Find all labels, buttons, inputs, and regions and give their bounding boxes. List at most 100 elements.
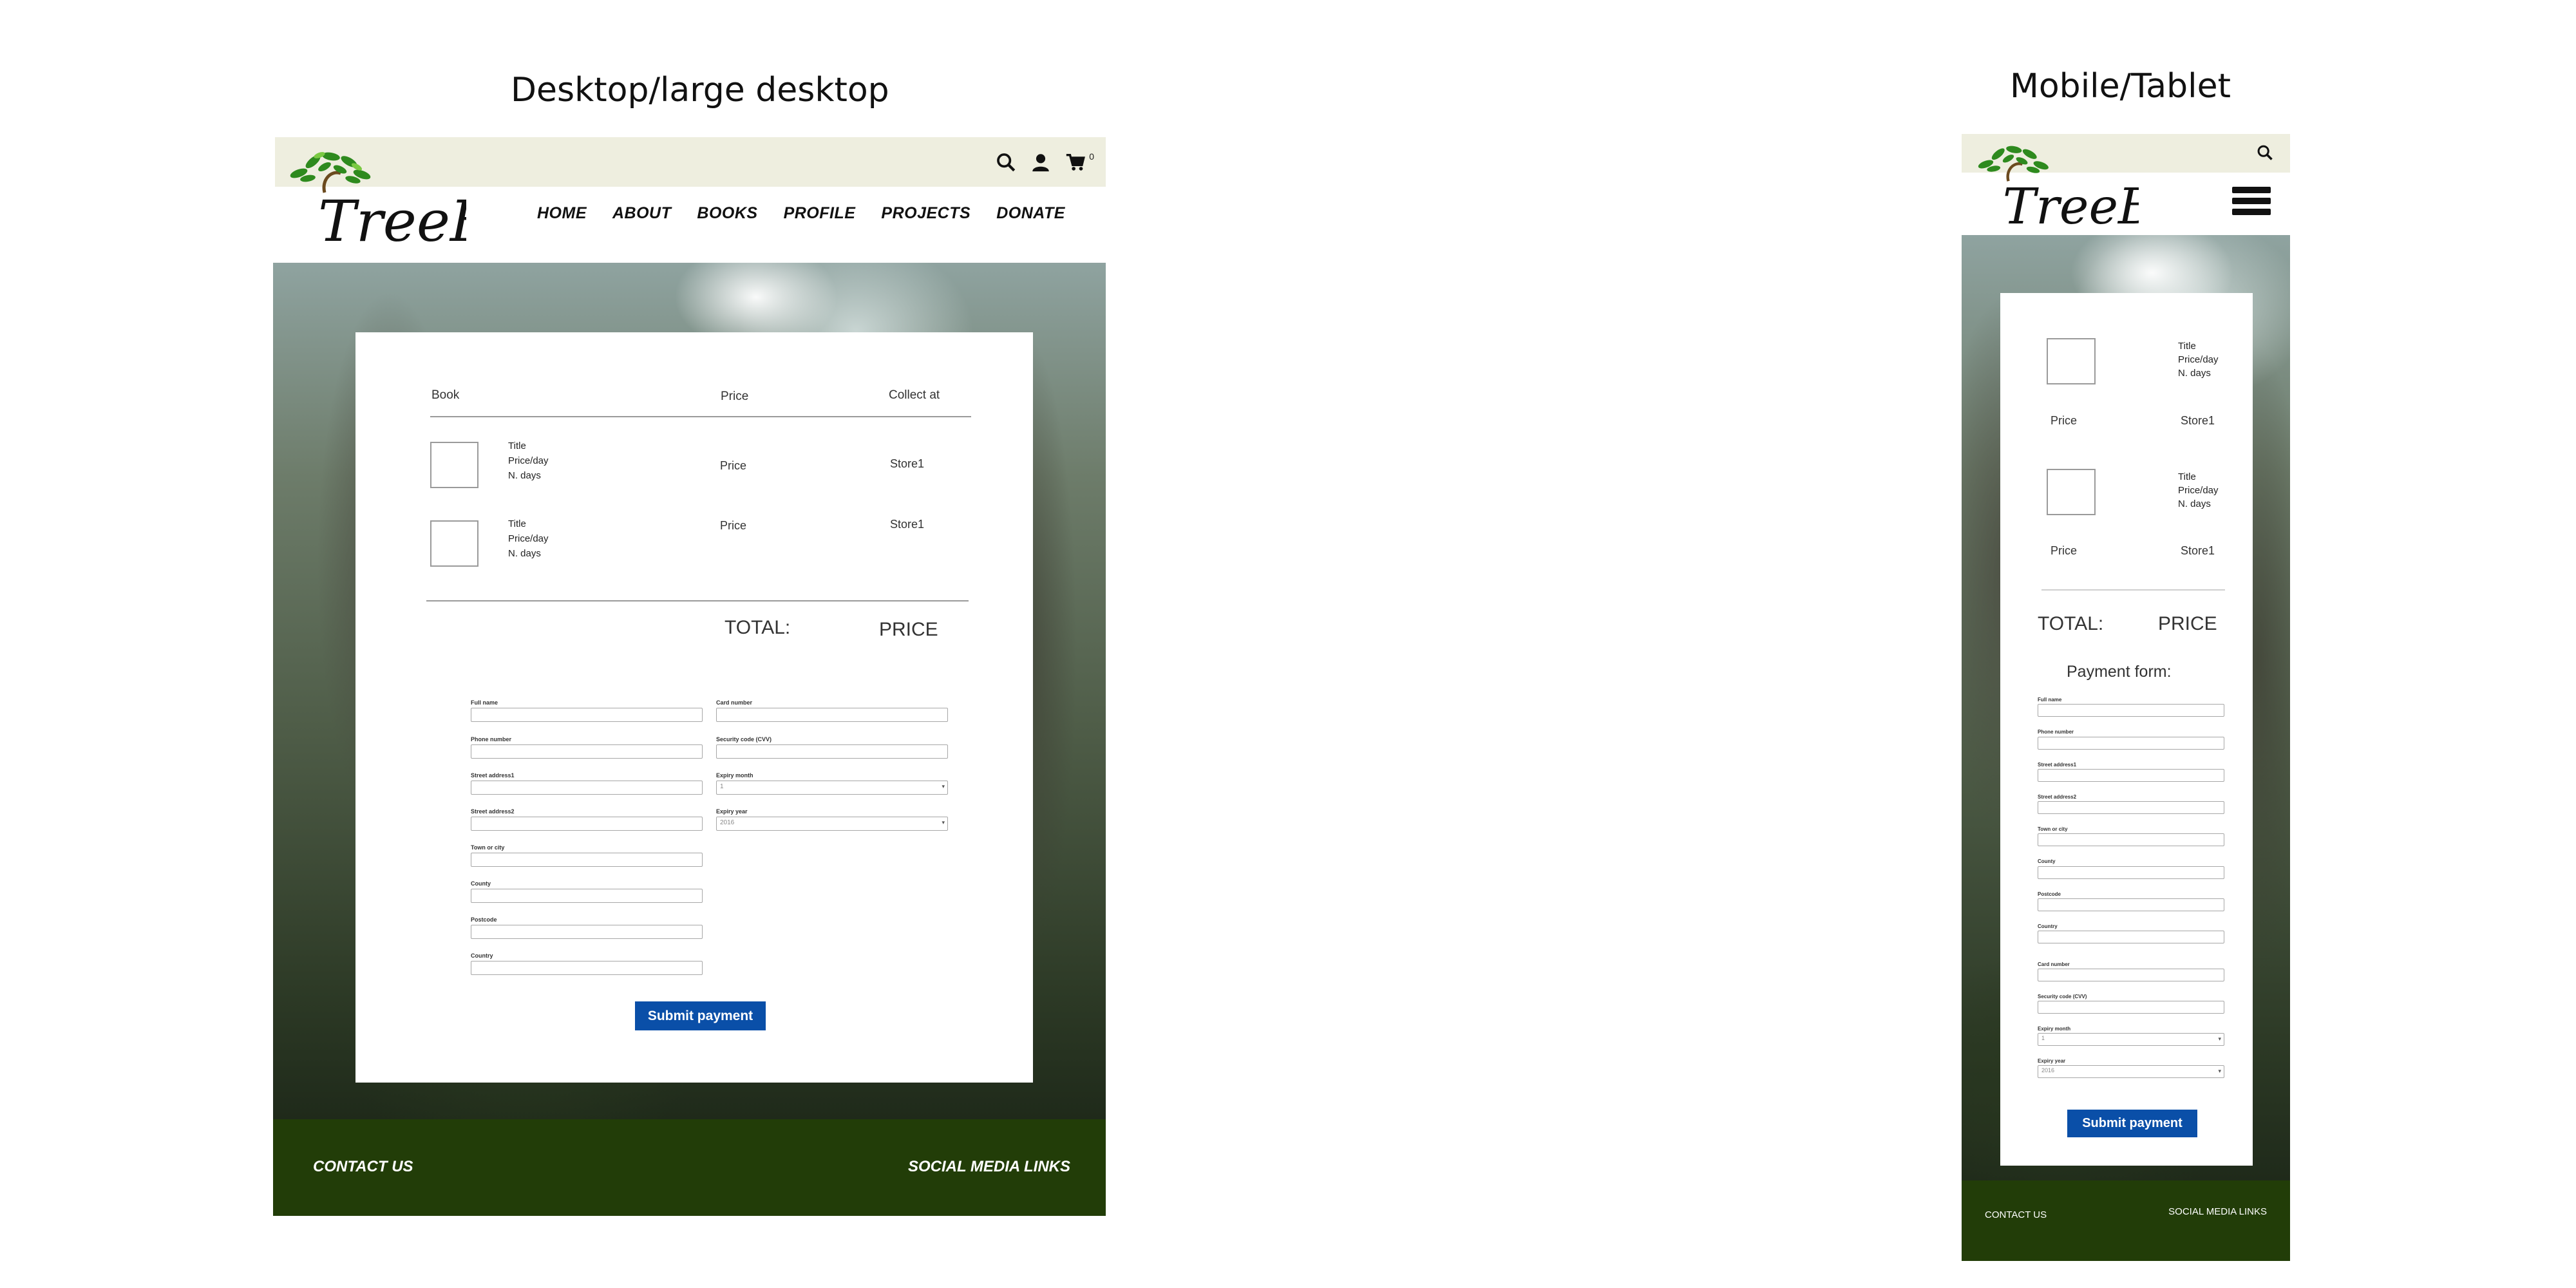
contact-us-link[interactable]: CONTACT US <box>1985 1209 2047 1220</box>
item-price: Price <box>720 459 747 472</box>
total-value: PRICE <box>2158 613 2217 634</box>
label-street2: Street address2 <box>2038 794 2077 800</box>
item-title: Title <box>2178 471 2196 482</box>
town-input[interactable] <box>471 853 703 867</box>
label-expiry-year: Expiry year <box>2038 1058 2066 1064</box>
label-phone: Phone number <box>2038 729 2074 735</box>
country-input[interactable] <box>471 961 703 975</box>
item-days: N. days <box>508 470 541 481</box>
desktop-view-title: Desktop/large desktop <box>511 71 889 109</box>
expiry-month-value: 1 <box>2041 1035 2045 1041</box>
phone-input[interactable] <box>2038 737 2224 750</box>
search-icon[interactable] <box>995 151 1017 173</box>
nav-projects[interactable]: PROJECTS <box>881 204 971 223</box>
nav-about[interactable]: ABOUT <box>612 204 671 223</box>
item-store: Store1 <box>890 457 925 470</box>
treebooks-logo[interactable]: TreeBooks <box>286 147 466 251</box>
mobile-view-title: Mobile/Tablet <box>2010 67 2231 106</box>
cart-icon[interactable] <box>1065 151 1086 173</box>
label-street1: Street address1 <box>2038 762 2077 768</box>
nav-donate[interactable]: DONATE <box>996 204 1065 223</box>
county-input[interactable] <box>2038 866 2224 879</box>
postcode-input[interactable] <box>471 925 703 939</box>
label-cvv: Security code (CVV) <box>716 736 772 743</box>
footer: CONTACT US SOCIAL MEDIA LINKS <box>273 1119 1106 1216</box>
chevron-down-icon: ▾ <box>942 783 945 790</box>
label-town: Town or city <box>471 844 505 851</box>
street1-input[interactable] <box>2038 769 2224 782</box>
item-title: Title <box>508 440 526 451</box>
county-input[interactable] <box>471 889 703 903</box>
postcode-input[interactable] <box>2038 898 2224 911</box>
payment-form-heading: Payment form: <box>2067 663 2172 681</box>
item-meta: Title Price/day N. days <box>2178 339 2219 380</box>
expiry-year-select[interactable]: 2016 ▾ <box>716 817 948 831</box>
chevron-down-icon: ▾ <box>2218 1036 2221 1042</box>
expiry-month-select[interactable]: 1 ▾ <box>2038 1033 2224 1046</box>
item-days: N. days <box>508 548 541 559</box>
checkout-card: Book Price Collect at Title Price/day N.… <box>355 332 1033 1083</box>
label-postcode: Postcode <box>471 916 497 923</box>
header-price: Price <box>721 390 749 403</box>
expiry-year-select[interactable]: 2016 ▾ <box>2038 1065 2224 1078</box>
card-number-input[interactable] <box>716 708 948 722</box>
item-price: Price <box>2050 414 2078 427</box>
contact-us-link[interactable]: CONTACT US <box>313 1158 413 1176</box>
nav-books[interactable]: BOOKS <box>697 204 757 223</box>
expiry-year-value: 2016 <box>2041 1067 2055 1074</box>
item-days: N. days <box>2178 498 2211 509</box>
nav-profile[interactable]: PROFILE <box>784 204 856 223</box>
total-label: TOTAL: <box>724 617 791 638</box>
chevron-down-icon: ▾ <box>942 819 945 826</box>
total-label: TOTAL: <box>2038 613 2104 634</box>
total-value: PRICE <box>879 619 938 640</box>
svg-text:TreeBooks: TreeBooks <box>318 188 466 251</box>
label-full-name: Full name <box>2038 697 2062 703</box>
book-thumbnail <box>430 520 478 567</box>
submit-payment-button[interactable]: Submit payment <box>635 1001 766 1030</box>
town-input[interactable] <box>2038 833 2224 846</box>
header-collect: Collect at <box>889 388 940 402</box>
main-nav: HOME ABOUT BOOKS PROFILE PROJECTS DONATE <box>537 204 1091 223</box>
item-meta: Title Price/day N. days <box>508 516 549 561</box>
social-media-link[interactable]: SOCIAL MEDIA LINKS <box>908 1158 1070 1176</box>
full-name-input[interactable] <box>471 708 703 722</box>
item-price-day: Price/day <box>508 455 549 466</box>
country-input[interactable] <box>2038 931 2224 943</box>
book-thumbnail <box>430 442 478 488</box>
item-price-day: Price/day <box>2178 485 2219 496</box>
item-store: Store1 <box>2181 414 2215 427</box>
label-expiry-month: Expiry month <box>2038 1026 2071 1032</box>
full-name-input[interactable] <box>2038 704 2224 717</box>
label-county: County <box>471 880 491 887</box>
cvv-input[interactable] <box>716 744 948 759</box>
item-price: Price <box>2050 544 2078 557</box>
label-county: County <box>2038 858 2056 864</box>
treebooks-logo[interactable]: TreeBooks <box>1968 142 2139 232</box>
expiry-month-select[interactable]: 1 ▾ <box>716 781 948 795</box>
hero-background: Book Price Collect at Title Price/day N.… <box>273 263 1106 1119</box>
desktop-mockup: 0 TreeBooks HOME ABOUT <box>273 137 1106 1216</box>
mobile-mockup: TreeBooks Title Price/day N. days Price … <box>1962 134 2290 1261</box>
nav-home[interactable]: HOME <box>537 204 587 223</box>
expiry-month-value: 1 <box>720 783 724 790</box>
hamburger-menu-icon[interactable] <box>2232 187 2271 220</box>
street2-input[interactable] <box>2038 801 2224 814</box>
user-icon[interactable] <box>1030 151 1052 173</box>
cvv-input[interactable] <box>2038 1001 2224 1014</box>
label-street1: Street address1 <box>471 772 515 779</box>
label-expiry-month: Expiry month <box>716 772 753 779</box>
street1-input[interactable] <box>471 781 703 795</box>
search-icon[interactable] <box>2256 144 2274 162</box>
label-postcode: Postcode <box>2038 891 2061 897</box>
label-cvv: Security code (CVV) <box>2038 994 2087 999</box>
social-media-link[interactable]: SOCIAL MEDIA LINKS <box>2168 1206 2267 1217</box>
phone-input[interactable] <box>471 744 703 759</box>
submit-payment-button[interactable]: Submit payment <box>2067 1110 2197 1137</box>
item-store: Store1 <box>2181 544 2215 557</box>
street2-input[interactable] <box>471 817 703 831</box>
cart-count-badge: 0 <box>1089 151 1094 162</box>
item-meta: Title Price/day N. days <box>508 439 549 483</box>
card-number-input[interactable] <box>2038 969 2224 981</box>
label-town: Town or city <box>2038 826 2068 832</box>
